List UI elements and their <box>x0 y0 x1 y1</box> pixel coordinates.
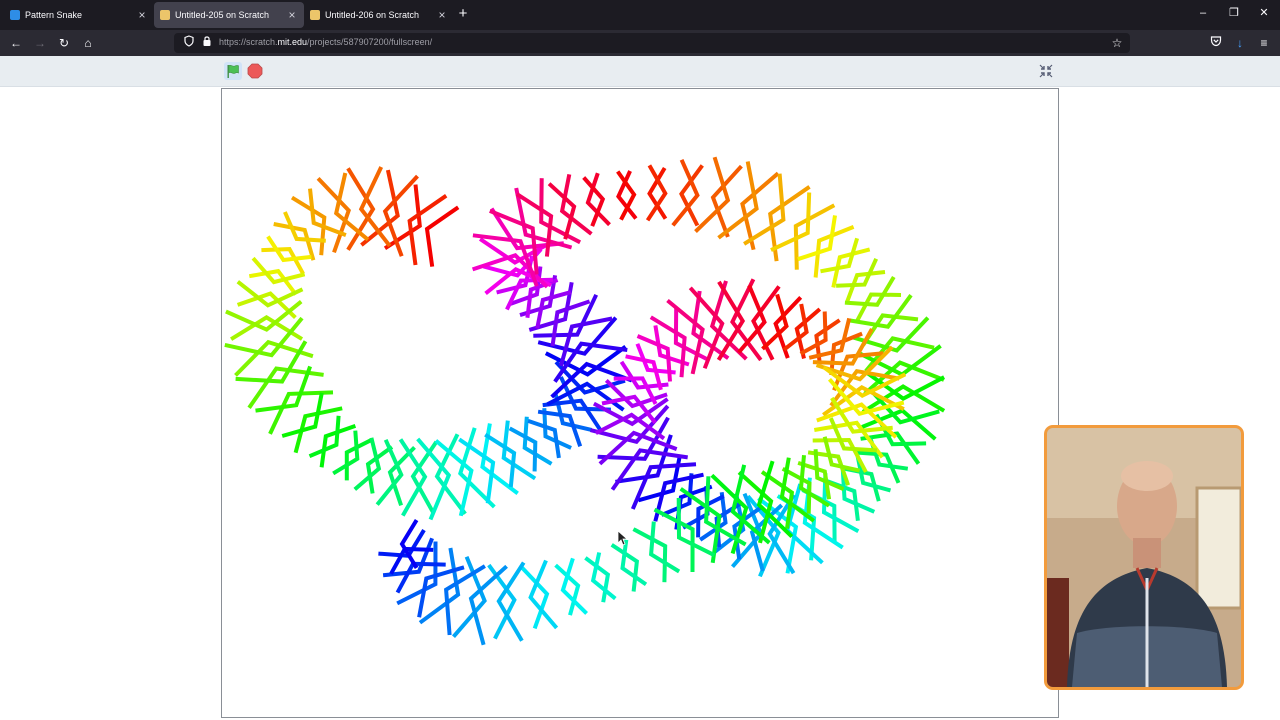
tab-untitled-205[interactable]: Untitled-205 on Scratch × <box>154 2 304 28</box>
close-window-icon[interactable]: ✕ <box>1256 5 1272 21</box>
pen-stroke-zigzag <box>520 566 550 630</box>
pen-stroke-zigzag <box>528 559 559 630</box>
tab-favicon <box>160 10 170 20</box>
minimize-icon[interactable]: – <box>1195 5 1211 21</box>
forward-arrow-icon[interactable]: → <box>31 34 49 52</box>
tab-pattern-snake[interactable]: Pattern Snake × <box>4 2 154 28</box>
tab-favicon <box>310 10 320 20</box>
presenter-video-image <box>1047 428 1241 687</box>
url-prefix: https://scratch. <box>219 37 278 47</box>
tab-close-icon[interactable]: × <box>286 8 298 22</box>
address-bar[interactable]: https://scratch.mit.edu/projects/5879072… <box>174 33 1130 53</box>
restore-icon[interactable]: ❐ <box>1226 5 1242 21</box>
pen-pattern-drawing <box>224 156 946 646</box>
tab-close-icon[interactable]: × <box>436 8 448 22</box>
padlock-icon[interactable] <box>200 35 214 51</box>
downloads-icon[interactable]: ↓ <box>1231 34 1249 52</box>
url-path: /projects/587907200/fullscreen/ <box>307 37 433 47</box>
tab-title: Pattern Snake <box>25 10 83 20</box>
browser-tab-strip: Pattern Snake × Untitled-205 on Scratch … <box>0 0 1280 30</box>
pen-stroke-zigzag <box>487 563 517 640</box>
url-host: mit.edu <box>277 37 308 47</box>
pen-stroke-zigzag <box>632 527 668 583</box>
tracking-shield-icon[interactable] <box>182 35 196 51</box>
scratch-stage[interactable] <box>221 88 1059 718</box>
pen-stroke-zigzag <box>590 552 617 601</box>
pocket-icon[interactable] <box>1207 34 1225 52</box>
home-icon[interactable]: ⌂ <box>79 34 97 52</box>
pen-stroke-zigzag <box>820 237 860 274</box>
webcam-overlay <box>1044 425 1244 690</box>
mouse-cursor-icon <box>617 530 627 546</box>
reload-icon[interactable]: ↻ <box>55 34 73 52</box>
pen-stroke-zigzag <box>585 172 611 227</box>
navigation-bar: ← → ↻ ⌂ https://scratch.mit.edu/projects… <box>0 30 1280 56</box>
tab-title: Untitled-205 on Scratch <box>175 10 270 20</box>
pen-stroke-zigzag <box>620 539 648 587</box>
pen-stroke-zigzag <box>225 300 303 332</box>
exit-fullscreen-button[interactable] <box>1037 62 1055 80</box>
stop-sign-icon <box>247 63 263 79</box>
pen-stroke-zigzag <box>496 561 526 642</box>
url-text[interactable]: https://scratch.mit.edu/projects/5879072… <box>219 37 432 47</box>
pen-stroke-zigzag <box>424 205 460 267</box>
scratch-stage-header <box>0 56 1280 87</box>
tab-untitled-206[interactable]: Untitled-206 on Scratch × <box>304 2 454 28</box>
green-flag-icon <box>227 64 239 78</box>
tab-favicon <box>10 10 20 20</box>
exit-fullscreen-icon <box>1039 64 1053 78</box>
stop-button[interactable] <box>246 62 264 80</box>
tab-close-icon[interactable]: × <box>136 8 148 22</box>
new-tab-button[interactable]: + <box>455 5 471 23</box>
bookmark-star-icon[interactable]: ☆ <box>1110 35 1124 51</box>
menu-icon[interactable]: ≡ <box>1255 34 1273 52</box>
back-arrow-icon[interactable]: ← <box>7 34 25 52</box>
rainbow-zigzag-trail <box>224 156 946 646</box>
green-flag-button[interactable] <box>224 62 242 80</box>
tab-title: Untitled-206 on Scratch <box>325 10 420 20</box>
pen-stroke-zigzag <box>855 454 892 493</box>
